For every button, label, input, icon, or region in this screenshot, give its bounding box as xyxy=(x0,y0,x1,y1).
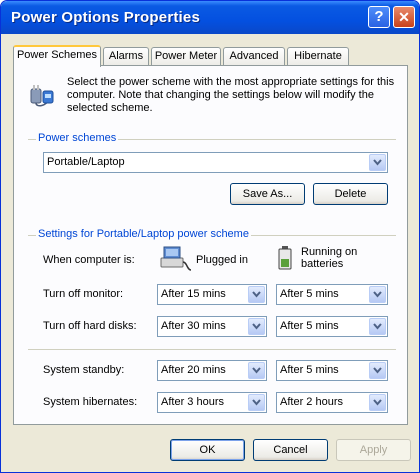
title-bar[interactable]: Power Options Properties ? ✕ xyxy=(1,1,419,34)
power-schemes-panel: Select the power scheme with the most ap… xyxy=(13,65,408,425)
hibernate-plugged-select[interactable]: After 3 hours xyxy=(157,392,267,413)
close-button[interactable]: ✕ xyxy=(393,6,415,28)
hibernate-battery-value: After 2 hours xyxy=(280,396,343,408)
close-icon: ✕ xyxy=(398,9,410,25)
power-scheme-select[interactable]: Portable/Laptop xyxy=(43,152,388,173)
scheme-description: Select the power scheme with the most ap… xyxy=(67,76,395,114)
monitor-plugged-value: After 15 mins xyxy=(161,288,226,300)
plugged-in-icon xyxy=(160,246,192,271)
tab-advanced[interactable]: Advanced xyxy=(223,47,285,66)
hard-disks-battery-value: After 5 mins xyxy=(280,320,339,332)
chevron-down-icon[interactable] xyxy=(248,318,265,335)
standby-battery-value: After 5 mins xyxy=(280,364,339,376)
chevron-down-icon[interactable] xyxy=(248,362,265,379)
tab-power-meter[interactable]: Power Meter xyxy=(151,47,221,66)
system-hibernates-label: System hibernates: xyxy=(43,396,138,408)
chevron-down-icon[interactable] xyxy=(248,286,265,303)
save-as-button[interactable]: Save As... xyxy=(230,183,305,205)
ok-button[interactable]: OK xyxy=(170,439,245,461)
power-schemes-group-label: Power schemes xyxy=(36,132,119,144)
tab-power-schemes[interactable]: Power Schemes xyxy=(13,45,101,67)
hibernate-battery-select[interactable]: After 2 hours xyxy=(276,392,388,413)
hard-disks-plugged-value: After 30 mins xyxy=(161,320,226,332)
chevron-down-icon[interactable] xyxy=(369,154,386,171)
chevron-down-icon[interactable] xyxy=(369,394,386,411)
cancel-button[interactable]: Cancel xyxy=(253,439,328,461)
standby-plugged-select[interactable]: After 20 mins xyxy=(157,360,267,381)
chevron-down-icon[interactable] xyxy=(369,362,386,379)
chevron-down-icon[interactable] xyxy=(369,318,386,335)
delete-button[interactable]: Delete xyxy=(313,183,388,205)
chevron-down-icon[interactable] xyxy=(248,394,265,411)
tab-hibernate[interactable]: Hibernate xyxy=(287,47,349,66)
power-options-window: Power Options Properties ? ✕ Power Schem… xyxy=(0,0,420,473)
monitor-battery-select[interactable]: After 5 mins xyxy=(276,284,388,305)
hibernate-plugged-value: After 3 hours xyxy=(161,396,224,408)
apply-button[interactable]: Apply xyxy=(336,439,411,461)
turn-off-hard-disks-label: Turn off hard disks: xyxy=(43,320,137,332)
running-on-batteries-label: Running on batteries xyxy=(301,246,358,270)
standby-battery-select[interactable]: After 5 mins xyxy=(276,360,388,381)
chevron-down-icon[interactable] xyxy=(369,286,386,303)
standby-plugged-value: After 20 mins xyxy=(161,364,226,376)
tab-alarms[interactable]: Alarms xyxy=(103,47,149,66)
monitor-plugged-select[interactable]: After 15 mins xyxy=(157,284,267,305)
monitor-battery-value: After 5 mins xyxy=(280,288,339,300)
system-standby-label: System standby: xyxy=(43,364,125,376)
help-button[interactable]: ? xyxy=(368,6,390,28)
help-icon: ? xyxy=(374,8,384,25)
window-title: Power Options Properties xyxy=(11,9,201,26)
hard-disks-plugged-select[interactable]: After 30 mins xyxy=(157,316,267,337)
when-computer-is-label: When computer is: xyxy=(43,254,135,266)
power-scheme-value: Portable/Laptop xyxy=(47,156,125,168)
power-plug-icon xyxy=(30,85,54,107)
battery-icon xyxy=(278,246,292,270)
turn-off-monitor-label: Turn off monitor: xyxy=(43,288,124,300)
settings-group-label: Settings for Portable/Laptop power schem… xyxy=(36,228,251,240)
hard-disks-battery-select[interactable]: After 5 mins xyxy=(276,316,388,337)
settings-separator xyxy=(28,349,396,350)
plugged-in-label: Plugged in xyxy=(196,254,248,266)
